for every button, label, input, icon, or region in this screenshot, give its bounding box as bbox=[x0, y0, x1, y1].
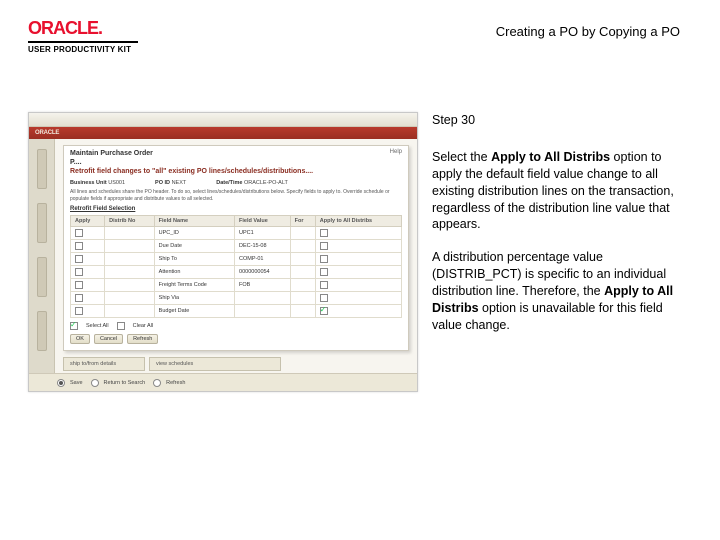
cell-field: Attention bbox=[154, 266, 234, 279]
cell-field: Due Date bbox=[154, 240, 234, 253]
return-radio[interactable] bbox=[91, 379, 99, 387]
cell-value: FOB bbox=[235, 279, 291, 292]
cell-field: Freight Terms Code bbox=[154, 279, 234, 292]
select-all-label: Select All bbox=[86, 323, 109, 329]
apply-checkbox[interactable] bbox=[75, 242, 83, 250]
instruction-p2: A distribution percentage value (DISTRIB… bbox=[432, 249, 684, 333]
window-titlebar bbox=[29, 113, 417, 127]
col-distrib: Distrib No bbox=[105, 216, 155, 227]
app-screenshot: ORACLE Help Maintain Purchase Order P...… bbox=[28, 112, 418, 392]
clear-all-checkbox[interactable] bbox=[117, 322, 125, 330]
col-field: Field Name bbox=[154, 216, 234, 227]
col-for: For bbox=[290, 216, 315, 227]
apply-checkbox[interactable] bbox=[75, 255, 83, 263]
page-title: Creating a PO by Copying a PO bbox=[496, 24, 680, 39]
apply-checkbox[interactable] bbox=[75, 268, 83, 276]
apply-all-checkbox[interactable] bbox=[320, 268, 328, 276]
table-row: Due DateDEC-15-08 bbox=[71, 240, 402, 253]
rail-tab[interactable] bbox=[37, 149, 47, 189]
panel-subtitle: Retrofit field changes to "all" existing… bbox=[70, 168, 402, 175]
app-brandbar: ORACLE bbox=[29, 127, 417, 139]
refresh-radio[interactable] bbox=[153, 379, 161, 387]
lower-box[interactable]: ship to/from details bbox=[63, 357, 145, 371]
rail-tab[interactable] bbox=[37, 257, 47, 297]
table-row: Budget Date bbox=[71, 305, 402, 318]
rail-tab[interactable] bbox=[37, 203, 47, 243]
apply-all-checkbox[interactable] bbox=[320, 294, 328, 302]
modal-panel: Help Maintain Purchase Order P.... Retro… bbox=[63, 145, 409, 351]
logo-subtitle: USER PRODUCTIVITY KIT bbox=[28, 45, 138, 54]
table-row: UPC_IDUPC1 bbox=[71, 227, 402, 240]
rail-tab[interactable] bbox=[37, 311, 47, 351]
cell-value bbox=[235, 292, 291, 305]
panel-title: Maintain Purchase Order bbox=[70, 150, 402, 157]
table-row: Attention0000000054 bbox=[71, 266, 402, 279]
apply-all-checkbox[interactable] bbox=[320, 242, 328, 250]
col-all: Apply to All Distribs bbox=[315, 216, 401, 227]
apply-checkbox[interactable] bbox=[75, 294, 83, 302]
cell-value: DEC-15-08 bbox=[235, 240, 291, 253]
apply-checkbox[interactable] bbox=[75, 229, 83, 237]
logo-underline bbox=[28, 41, 138, 43]
col-apply: Apply bbox=[71, 216, 105, 227]
apply-checkbox[interactable] bbox=[75, 307, 83, 315]
cell-field: UPC_ID bbox=[154, 227, 234, 240]
table-row: Ship ToCOMP-01 bbox=[71, 253, 402, 266]
table-row: Freight Terms CodeFOB bbox=[71, 279, 402, 292]
apply-all-checkbox[interactable] bbox=[320, 307, 328, 315]
col-value: Field Value bbox=[235, 216, 291, 227]
cell-field: Ship To bbox=[154, 253, 234, 266]
meta-row: Business Unit US001 PO ID NEXT Date/Time… bbox=[70, 180, 402, 186]
instruction-column: Step 30 Select the Apply to All Distribs… bbox=[432, 112, 684, 350]
apply-all-checkbox[interactable] bbox=[320, 281, 328, 289]
step-label: Step 30 bbox=[432, 112, 684, 129]
help-link[interactable]: Help bbox=[390, 149, 402, 155]
ok-button[interactable]: OK bbox=[70, 334, 90, 344]
panel-note: All lines and schedules share the PO hea… bbox=[70, 189, 402, 202]
select-all-checkbox[interactable] bbox=[70, 322, 78, 330]
lower-area: ship to/from details view schedules view… bbox=[63, 357, 409, 373]
cell-value: COMP-01 bbox=[235, 253, 291, 266]
apply-all-checkbox[interactable] bbox=[320, 255, 328, 263]
oracle-logo: ORACLE. bbox=[28, 18, 138, 39]
apply-all-checkbox[interactable] bbox=[320, 229, 328, 237]
clear-all-label: Clear All bbox=[133, 323, 153, 329]
brand-block: ORACLE. USER PRODUCTIVITY KIT bbox=[28, 18, 138, 54]
table-row: Ship Via bbox=[71, 292, 402, 305]
apply-checkbox[interactable] bbox=[75, 281, 83, 289]
retrofit-grid: Apply Distrib No Field Name Field Value … bbox=[70, 215, 402, 318]
app-footer: Save Return to Search Refresh bbox=[29, 373, 417, 391]
cell-field: Ship Via bbox=[154, 292, 234, 305]
panel-breadcrumb: P.... bbox=[70, 159, 402, 166]
cell-field: Budget Date bbox=[154, 305, 234, 318]
section-title: Retrofit Field Selection bbox=[70, 206, 402, 212]
instruction-p1: Select the Apply to All Distribs option … bbox=[432, 149, 684, 233]
cell-value: 0000000054 bbox=[235, 266, 291, 279]
lower-box[interactable]: view schedules bbox=[149, 357, 281, 371]
refresh-button[interactable]: Refresh bbox=[127, 334, 158, 344]
cancel-button[interactable]: Cancel bbox=[94, 334, 123, 344]
left-rail bbox=[29, 139, 55, 373]
save-radio[interactable] bbox=[57, 379, 65, 387]
cell-value: UPC1 bbox=[235, 227, 291, 240]
cell-value bbox=[235, 305, 291, 318]
